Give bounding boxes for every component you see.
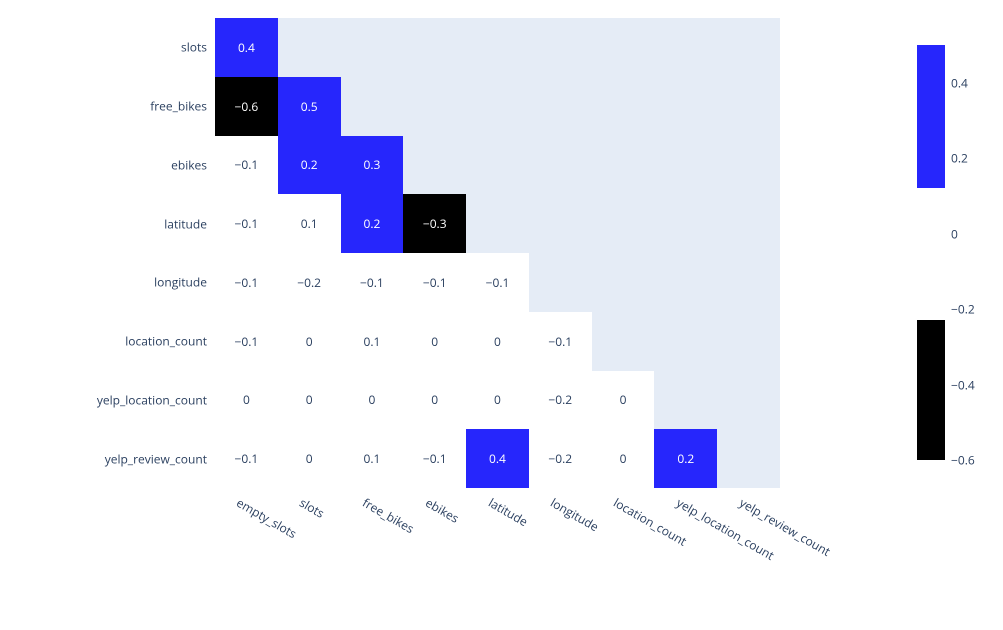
heatmap-cell: 0.2 [278, 136, 341, 195]
colorbar: 0.40.20−0.2−0.4−0.6 [917, 45, 945, 460]
heatmap-cell [717, 312, 780, 371]
y-tick-label: yelp_location_count [97, 391, 207, 408]
heatmap-cell [278, 18, 341, 77]
heatmap-cell [592, 194, 655, 253]
heatmap-cell: 0.1 [341, 312, 404, 371]
heatmap-cell [654, 77, 717, 136]
heatmap-cell: 0.2 [654, 429, 717, 488]
heatmap-cell: −0.2 [529, 371, 592, 430]
colorbar-segment-black [917, 320, 945, 460]
heatmap-cell [592, 77, 655, 136]
heatmap-cell: −0.1 [215, 312, 278, 371]
heatmap-cell [466, 194, 529, 253]
heatmap-cell [717, 429, 780, 488]
colorbar-tick: 0.4 [951, 74, 968, 91]
heatmap-cell: 0.1 [341, 429, 404, 488]
x-tick-label: empty_slots [234, 494, 300, 542]
heatmap-cell [529, 18, 592, 77]
heatmap-cell [403, 136, 466, 195]
heatmap-cell [592, 136, 655, 195]
heatmap-cell [654, 18, 717, 77]
heatmap-cell: 0 [278, 429, 341, 488]
heatmap-cell [341, 18, 404, 77]
heatmap-cell: −0.1 [215, 253, 278, 312]
heatmap-cell [466, 18, 529, 77]
heatmap-cell [592, 18, 655, 77]
y-tick-label: latitude [164, 215, 207, 232]
heatmap-cell [466, 77, 529, 136]
x-tick-label: free_bikes [359, 494, 417, 537]
y-tick-label: slots [181, 39, 207, 56]
heatmap-cell: −0.1 [403, 429, 466, 488]
heatmap-cell: −0.6 [215, 77, 278, 136]
heatmap-cell: −0.3 [403, 194, 466, 253]
y-tick-label: longitude [154, 274, 207, 291]
heatmap-cell [717, 371, 780, 430]
heatmap-cell [529, 136, 592, 195]
y-tick-label: location_count [125, 333, 207, 350]
colorbar-tick: 0.2 [951, 150, 968, 167]
heatmap-cell [654, 371, 717, 430]
heatmap-cell [592, 312, 655, 371]
heatmap-cell: −0.1 [529, 312, 592, 371]
heatmap-cell [529, 77, 592, 136]
heatmap-cell [403, 77, 466, 136]
heatmap-cell: 0.3 [341, 136, 404, 195]
heatmap-cell: 0 [403, 312, 466, 371]
heatmap-cell: −0.2 [278, 253, 341, 312]
heatmap-cell [717, 194, 780, 253]
heatmap-cell: 0 [466, 371, 529, 430]
heatmap-cell [717, 253, 780, 312]
heatmap-cell [529, 194, 592, 253]
colorbar-tick: −0.4 [951, 376, 975, 393]
heatmap-plot: 0.4−0.60.5−0.10.20.3−0.10.10.2−0.3−0.1−0… [215, 18, 780, 488]
heatmap-cell [717, 136, 780, 195]
heatmap-cell: 0.1 [278, 194, 341, 253]
y-tick-label: free_bikes [150, 98, 207, 115]
heatmap-cell [592, 253, 655, 312]
y-tick-label: ebikes [171, 156, 207, 173]
y-tick-label: yelp_review_count [105, 450, 207, 467]
heatmap-cell [717, 18, 780, 77]
heatmap-cell [654, 312, 717, 371]
x-tick-label: latitude [485, 494, 531, 530]
x-tick-label: slots [297, 494, 328, 522]
heatmap-cell: 0 [592, 429, 655, 488]
heatmap-cell: −0.1 [215, 194, 278, 253]
heatmap-cell: −0.1 [215, 136, 278, 195]
heatmap-cell: 0 [466, 312, 529, 371]
heatmap-cell: 0.2 [341, 194, 404, 253]
colorbar-tick: −0.6 [951, 452, 975, 469]
heatmap-cell: −0.1 [403, 253, 466, 312]
heatmap-cell: 0 [592, 371, 655, 430]
heatmap-cell: 0 [403, 371, 466, 430]
x-tick-label: ebikes [422, 494, 462, 527]
heatmap-cell: −0.1 [341, 253, 404, 312]
heatmap-cell [529, 253, 592, 312]
x-tick-label: longitude [548, 494, 602, 535]
heatmap-cell: 0 [278, 371, 341, 430]
heatmap-cell: 0.4 [466, 429, 529, 488]
heatmap-cell [654, 253, 717, 312]
heatmap-cell: −0.1 [215, 429, 278, 488]
heatmap-cell [654, 194, 717, 253]
heatmap-cell: 0.4 [215, 18, 278, 77]
heatmap-cell: 0 [278, 312, 341, 371]
colorbar-tick: 0 [951, 225, 958, 242]
heatmap-cell: 0 [215, 371, 278, 430]
heatmap-cell [403, 18, 466, 77]
heatmap-cell [341, 77, 404, 136]
heatmap-cell: 0 [341, 371, 404, 430]
colorbar-tick: −0.2 [951, 301, 975, 318]
heatmap-cell: −0.2 [529, 429, 592, 488]
heatmap-cell [654, 136, 717, 195]
colorbar-segment-blue [917, 45, 945, 188]
heatmap-cell [717, 77, 780, 136]
heatmap-cell: 0.5 [278, 77, 341, 136]
heatmap-cell: −0.1 [466, 253, 529, 312]
heatmap-cell [466, 136, 529, 195]
